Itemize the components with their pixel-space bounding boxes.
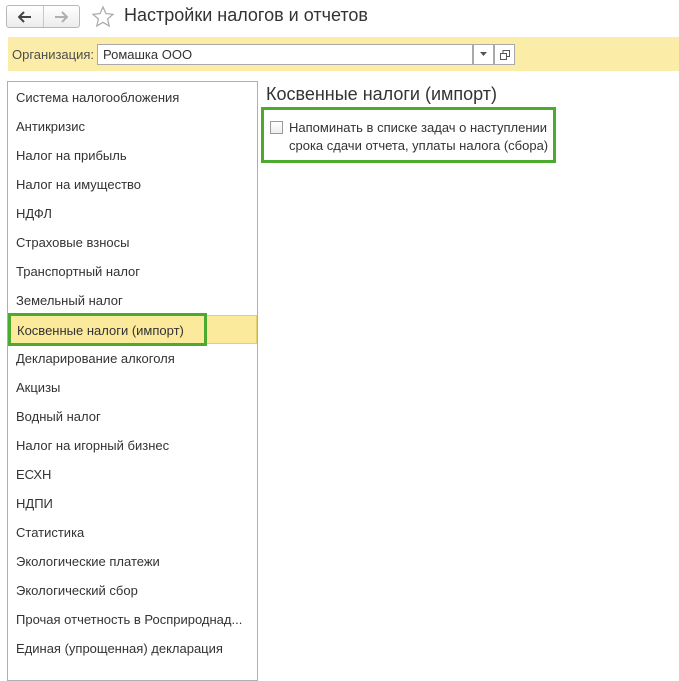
sidebar-item-land-tax[interactable]: Земельный налог (8, 286, 257, 315)
arrow-left-icon (17, 10, 31, 23)
organization-field[interactable]: Ромашка ООО (97, 44, 473, 65)
back-button[interactable] (7, 6, 43, 27)
sidebar-item-indirect-taxes-import[interactable]: Косвенные налоги (импорт) (8, 315, 257, 344)
sidebar-item-unified-declaration[interactable]: Единая (упрощенная) декларация (8, 634, 257, 663)
sidebar-item-ecological-payments[interactable]: Экологические платежи (8, 547, 257, 576)
reminder-checkbox[interactable] (270, 121, 283, 134)
reminder-label-line-1: Напоминать в списке задач о наступлении (289, 120, 548, 135)
dropdown-triangle-icon (480, 52, 487, 56)
sidebar-item-transport-tax[interactable]: Транспортный налог (8, 257, 257, 286)
star-icon[interactable] (91, 5, 115, 29)
section-title: Косвенные налоги (импорт) (266, 84, 498, 104)
forward-button[interactable] (42, 6, 80, 27)
organization-open-button[interactable] (494, 44, 515, 65)
organization-dropdown-button[interactable] (473, 44, 494, 65)
open-window-icon (499, 49, 510, 60)
sidebar-item-gambling-tax[interactable]: Налог на игорный бизнес (8, 431, 257, 460)
window-title: Настройки налогов и отчетов (124, 5, 368, 25)
navigation-buttons (6, 5, 80, 28)
sidebar-item-ndfl[interactable]: НДФЛ (8, 199, 257, 228)
sidebar-item-property-tax[interactable]: Налог на имущество (8, 170, 257, 199)
sidebar-item-excise[interactable]: Акцизы (8, 373, 257, 402)
reminder-label-line-2: срока сдачи отчета, уплаты налога (сбора… (289, 138, 549, 153)
sidebar-item-rosprirodnadzor[interactable]: Прочая отчетность в Росприроднад... (8, 605, 257, 634)
arrow-right-icon (55, 10, 69, 23)
organization-bar: Организация: Ромашка ООО (8, 37, 679, 71)
organization-label: Организация: (12, 47, 95, 62)
sidebar-item-water-tax[interactable]: Водный налог (8, 402, 257, 431)
reminder-checkbox-label[interactable]: Напоминать в списке задач о наступлении … (289, 119, 559, 155)
title-bar: Настройки налогов и отчетов (0, 0, 679, 36)
sidebar-item-statistics[interactable]: Статистика (8, 518, 257, 547)
sidebar-item-ecological-fee[interactable]: Экологический сбор (8, 576, 257, 605)
settings-section-list: Система налогообложения Антикризис Налог… (7, 81, 258, 681)
sidebar-item-alcohol[interactable]: Декларирование алкоголя (8, 344, 257, 373)
sidebar-item-profit-tax[interactable]: Налог на прибыль (8, 141, 257, 170)
sidebar-item-anticrisis[interactable]: Антикризис (8, 112, 257, 141)
sidebar-item-tax-system[interactable]: Система налогообложения (8, 83, 257, 112)
sidebar-item-eskhn[interactable]: ЕСХН (8, 460, 257, 489)
sidebar-item-ndpi[interactable]: НДПИ (8, 489, 257, 518)
sidebar-item-insurance[interactable]: Страховые взносы (8, 228, 257, 257)
